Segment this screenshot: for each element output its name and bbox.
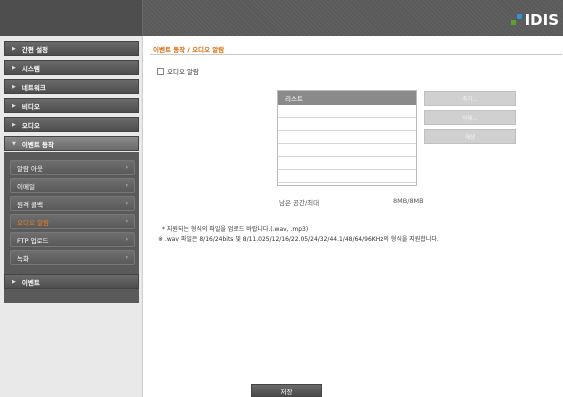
- submenu-item-ftp-upload[interactable]: FTP 업로드 ›: [10, 232, 135, 247]
- play-button[interactable]: 재생: [424, 129, 516, 144]
- title-divider: [150, 54, 562, 55]
- save-button[interactable]: 저장: [251, 384, 322, 397]
- page-title: 이벤트 동작 / 오디오 알람: [153, 46, 225, 54]
- sidebar: ▶ 간편 설정 ▶ 시스템 ▶ 네트워크 ▶ 비디오 ▶ 오디오 ▼ 이벤트 동…: [0, 36, 143, 397]
- chevron-right-icon: ▶: [12, 64, 16, 71]
- list-header: 리스트: [278, 91, 416, 105]
- sidebar-item-label: 이벤트 동작: [21, 140, 55, 149]
- chevron-right-icon: ›: [125, 164, 128, 171]
- list-item[interactable]: [278, 118, 416, 131]
- sidebar-header: [0, 0, 143, 36]
- sidebar-item-event[interactable]: ▶ 이벤트: [4, 274, 139, 289]
- list-item[interactable]: [278, 157, 416, 170]
- submenu-item-label: 오디오 알람: [17, 218, 49, 227]
- sidebar-item-label: 네트워크: [21, 83, 46, 92]
- audio-alarm-checkbox[interactable]: [157, 67, 164, 75]
- audio-alarm-checkbox-row[interactable]: 오디오 알람: [157, 66, 199, 76]
- remaining-space-value: 8MB/8MB: [393, 197, 424, 205]
- audio-file-list[interactable]: 리스트: [277, 90, 417, 186]
- supported-format-note: * 지원되는 형식의 파일을 업로드 바랍니다.(.wav, .mp3): [162, 226, 309, 233]
- sidebar-item-video[interactable]: ▶ 비디오: [4, 98, 139, 113]
- sidebar-item-network[interactable]: ▶ 네트워크: [4, 79, 139, 94]
- list-item[interactable]: [278, 170, 416, 183]
- remaining-space-label: 남은 공간/최대: [279, 199, 320, 207]
- top-header-bar: IDIS: [0, 0, 563, 36]
- sidebar-item-label: 간편 설정: [21, 45, 49, 54]
- logo-green-square: [510, 20, 516, 25]
- chevron-right-icon: ▶: [12, 45, 16, 52]
- sidebar-item-label: 오디오: [21, 121, 40, 130]
- logo-text: IDIS: [524, 11, 559, 29]
- chevron-right-icon: ›: [125, 200, 128, 207]
- chevron-right-icon: ▶: [12, 102, 16, 109]
- submenu-item-label: FTP 업로드: [17, 236, 49, 245]
- list-item[interactable]: [278, 131, 416, 144]
- sidebar-item-label: 시스템: [21, 64, 40, 73]
- delete-button[interactable]: 삭제...: [424, 110, 516, 125]
- chevron-down-icon: ▼: [12, 140, 16, 147]
- submenu-item-label: 녹화: [17, 254, 29, 263]
- add-button[interactable]: 추가...: [424, 91, 516, 106]
- submenu-item-label: 이메일: [17, 182, 35, 191]
- chevron-right-icon: ›: [125, 218, 128, 225]
- audio-alarm-label: 오디오 알람: [167, 68, 199, 76]
- logo-mark-icon: [510, 12, 525, 28]
- chevron-right-icon: ›: [125, 254, 128, 261]
- wav-format-note: ※ .wav 파일은 8/16/24bits 및 8/11.025/12/16/…: [158, 236, 439, 243]
- logo-blue-square: [516, 14, 522, 19]
- submenu-item-audio-alarm[interactable]: 오디오 알람 ›: [10, 214, 135, 229]
- chevron-right-icon: ▶: [12, 121, 16, 128]
- submenu-item-alarm-out[interactable]: 알람 아웃 ›: [10, 160, 135, 175]
- chevron-right-icon: ▶: [12, 278, 16, 285]
- submenu-item-label: 원격 콜백: [17, 200, 43, 209]
- sidebar-item-quick-setup[interactable]: ▶ 간편 설정: [4, 41, 139, 56]
- list-item[interactable]: [278, 144, 416, 157]
- idis-logo: IDIS: [510, 10, 559, 29]
- submenu-item-recording[interactable]: 녹화 ›: [10, 250, 135, 265]
- chevron-right-icon: ›: [125, 236, 128, 243]
- sidebar-item-audio[interactable]: ▶ 오디오: [4, 117, 139, 132]
- sidebar-item-label: 이벤트: [21, 278, 40, 287]
- submenu-item-email[interactable]: 이메일 ›: [10, 178, 135, 193]
- chevron-right-icon: ›: [125, 182, 128, 189]
- submenu-item-label: 알람 아웃: [17, 164, 43, 173]
- chevron-right-icon: ▶: [12, 83, 16, 90]
- list-item[interactable]: [278, 105, 416, 118]
- sidebar-item-event-action[interactable]: ▼ 이벤트 동작: [4, 136, 139, 151]
- sidebar-item-system[interactable]: ▶ 시스템: [4, 60, 139, 75]
- submenu-item-remote-callback[interactable]: 원격 콜백 ›: [10, 196, 135, 211]
- sidebar-item-label: 비디오: [21, 102, 40, 111]
